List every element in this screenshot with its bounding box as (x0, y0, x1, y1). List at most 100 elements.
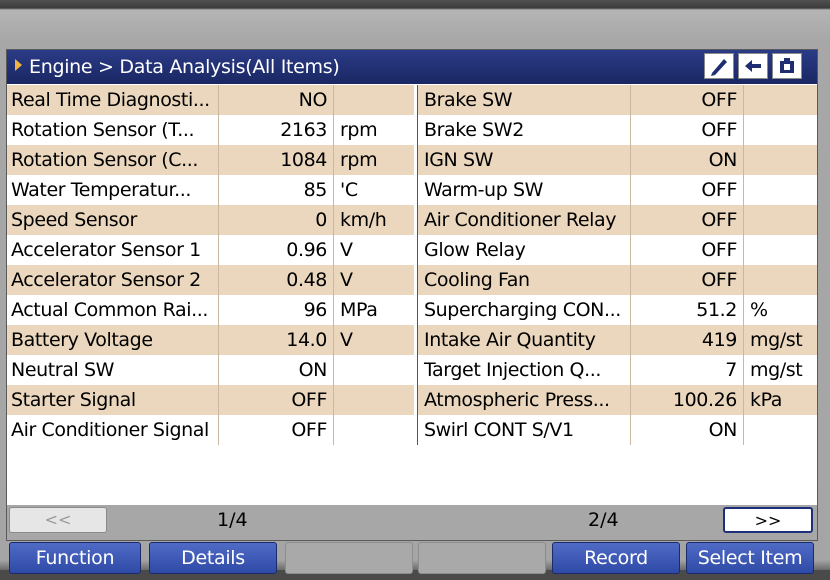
tester-screen: Engine > Data Analysis(All Items) Real T… (6, 49, 818, 574)
param-unit (334, 385, 414, 415)
function-bar: Function Details Record Select Item (7, 540, 817, 580)
title-bar: Engine > Data Analysis(All Items) (7, 50, 817, 84)
param-unit: V (334, 265, 414, 295)
param-name: Air Conditioner Signal (7, 415, 219, 445)
blank-button-1[interactable] (285, 542, 413, 574)
table-row[interactable]: Accelerator Sensor 2 0.48 V Cooling Fan OFF (7, 265, 817, 295)
page-title: Engine > Data Analysis(All Items) (29, 56, 340, 78)
param-unit: V (334, 325, 414, 355)
table-row[interactable]: Starter Signal OFF Atmospheric Press... 100… (7, 385, 817, 415)
param-name: Warm-up SW (417, 175, 631, 205)
param-name: Air Conditioner Relay (417, 205, 631, 235)
param-value: OFF (219, 385, 334, 415)
param-name: Cooling Fan (417, 265, 631, 295)
select-item-button[interactable]: Select Item (686, 542, 814, 574)
param-unit (744, 115, 817, 145)
param-unit (334, 415, 414, 445)
param-name: Actual Common Rai... (7, 295, 219, 325)
param-value: ON (631, 145, 744, 175)
function-button[interactable]: Function (9, 542, 141, 574)
pager-bar: << 1/4 2/4 >> (7, 505, 817, 540)
blank-button-2[interactable] (418, 542, 546, 574)
param-value: 96 (219, 295, 334, 325)
table-row[interactable]: Neutral SW ON Target Injection Q... 7 mg/st (7, 355, 817, 385)
param-value: 0 (219, 205, 334, 235)
param-name: Swirl CONT S/V1 (417, 415, 631, 445)
param-unit (744, 175, 817, 205)
home-button[interactable] (772, 53, 802, 79)
prev-page-button[interactable]: << (9, 507, 107, 533)
param-name: Supercharging CON... (417, 295, 631, 325)
back-arrow-icon (745, 60, 761, 72)
param-name: Accelerator Sensor 1 (7, 235, 219, 265)
table-row[interactable]: Rotation Sensor (T... 2163 rpm Brake SW2 OFF (7, 115, 817, 145)
param-name: Starter Signal (7, 385, 219, 415)
param-value: 100.26 (631, 385, 744, 415)
table-row[interactable]: Speed Sensor 0 km/h Air Conditioner Relay OF… (7, 205, 817, 235)
param-value: ON (631, 415, 744, 445)
param-unit (744, 85, 817, 115)
param-name: Rotation Sensor (T... (7, 115, 219, 145)
param-unit: km/h (334, 205, 414, 235)
param-value: OFF (631, 85, 744, 115)
param-unit (744, 235, 817, 265)
param-name: Battery Voltage (7, 325, 219, 355)
param-unit (744, 205, 817, 235)
details-button[interactable]: Details (149, 542, 277, 574)
param-name: IGN SW (417, 145, 631, 175)
param-name: Atmospheric Press... (417, 385, 631, 415)
param-value: OFF (631, 205, 744, 235)
param-unit (334, 85, 414, 115)
param-unit: mg/st (744, 325, 817, 355)
device-frame: Engine > Data Analysis(All Items) Real T… (0, 0, 830, 574)
table-row[interactable]: Air Conditioner Signal OFF Swirl CONT S/V1… (7, 415, 817, 445)
table-row[interactable]: Real Time Diagnosti... NO Brake SW OFF (7, 85, 817, 115)
param-value: 14.0 (219, 325, 334, 355)
param-value: OFF (631, 175, 744, 205)
param-value: OFF (631, 115, 744, 145)
param-value: OFF (219, 415, 334, 445)
param-value: 419 (631, 325, 744, 355)
param-unit (744, 265, 817, 295)
param-unit: MPa (334, 295, 414, 325)
param-unit: % (744, 295, 817, 325)
pen-icon (711, 59, 727, 76)
table-row[interactable]: Battery Voltage 14.0 V Intake Air Quantity 4… (7, 325, 817, 355)
param-unit (744, 145, 817, 175)
param-unit: rpm (334, 145, 414, 175)
param-unit: mg/st (744, 355, 817, 385)
back-button[interactable] (738, 53, 768, 79)
record-button[interactable]: Record (552, 542, 680, 574)
param-unit (334, 355, 414, 385)
triangle-right-icon (15, 59, 22, 71)
param-value: 7 (631, 355, 744, 385)
param-unit: kPa (744, 385, 817, 415)
home-icon (780, 58, 794, 73)
table-row[interactable]: Actual Common Rai... 96 MPa Supercharging C… (7, 295, 817, 325)
param-name: Real Time Diagnosti... (7, 85, 219, 115)
param-name: Brake SW (417, 85, 631, 115)
param-value: 0.48 (219, 265, 334, 295)
param-name: Target Injection Q... (417, 355, 631, 385)
param-name: Water Temperatur... (7, 175, 219, 205)
table-row[interactable]: Accelerator Sensor 1 0.96 V Glow Relay OFF (7, 235, 817, 265)
param-value: ON (219, 355, 334, 385)
param-name: Accelerator Sensor 2 (7, 265, 219, 295)
table-row[interactable]: Water Temperatur... 85 'C Warm-up SW OFF (7, 175, 817, 205)
param-name: Speed Sensor (7, 205, 219, 235)
param-value: OFF (631, 235, 744, 265)
pen-button[interactable] (704, 53, 734, 79)
param-value: OFF (631, 265, 744, 295)
param-value: NO (219, 85, 334, 115)
table-row[interactable]: Rotation Sensor (C... 1084 rpm IGN SW ON (7, 145, 817, 175)
param-name: Glow Relay (417, 235, 631, 265)
param-value: 0.96 (219, 235, 334, 265)
right-page-indicator: 2/4 (588, 509, 619, 531)
next-page-button[interactable]: >> (723, 507, 813, 533)
param-name: Neutral SW (7, 355, 219, 385)
param-value: 2163 (219, 115, 334, 145)
param-unit (744, 415, 817, 445)
param-name: Rotation Sensor (C... (7, 145, 219, 175)
param-value: 1084 (219, 145, 334, 175)
param-value: 85 (219, 175, 334, 205)
